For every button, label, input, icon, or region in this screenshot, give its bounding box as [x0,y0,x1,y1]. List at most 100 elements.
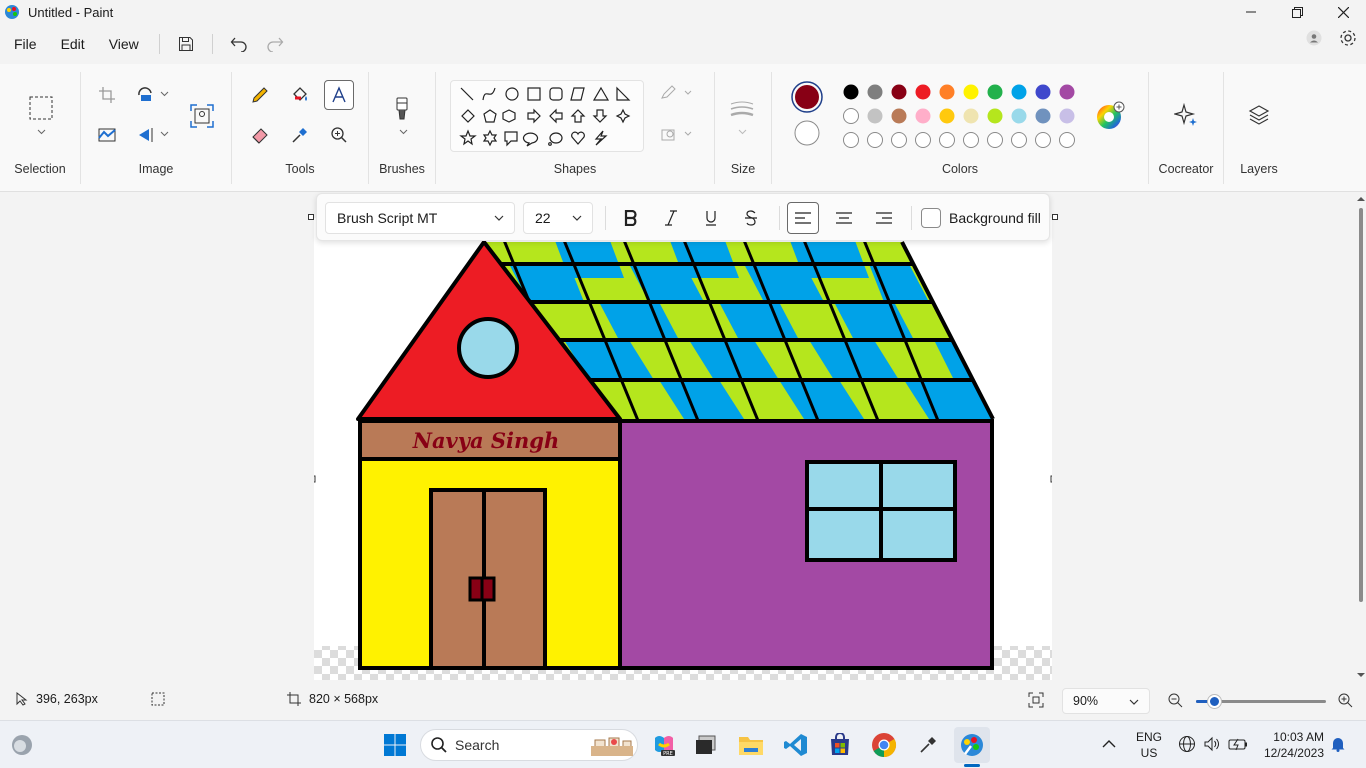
clock[interactable]: 10:03 AM 12/24/2023 [1264,729,1324,761]
secondary-color-swatch[interactable] [793,119,821,147]
eraser-tool[interactable] [245,120,275,150]
right-triangle-shape-icon[interactable] [616,86,631,101]
rectangle-shape-icon[interactable] [527,87,541,101]
input-language-indicator[interactable]: ENG US [1136,729,1162,761]
palette-color-swatch[interactable] [915,108,931,124]
palette-color-swatch[interactable] [987,108,1003,124]
vscode-button[interactable] [780,729,812,761]
copilot-button[interactable]: PRE [648,729,680,761]
palette-color-swatch[interactable] [939,108,955,124]
align-left-button[interactable] [787,202,819,234]
five-point-star-shape-icon[interactable] [459,129,477,146]
notifications-button[interactable] [1331,736,1345,755]
scroll-up-icon[interactable] [1357,196,1365,202]
scroll-down-icon[interactable] [1357,672,1365,678]
close-button[interactable] [1320,0,1366,24]
lightning-shape-icon[interactable] [594,130,608,146]
save-button[interactable] [168,28,204,60]
background-fill-toggle[interactable]: Background fill [921,208,1041,228]
resize-dropdown[interactable] [157,86,171,102]
undo-button[interactable] [221,28,257,60]
font-family-select[interactable]: Brush Script MT [325,202,515,234]
menu-view[interactable]: View [97,28,151,60]
scrollbar-thumb[interactable] [1359,208,1363,602]
palette-color-swatch[interactable] [963,108,979,124]
size-dropdown[interactable] [734,124,750,140]
restore-button[interactable] [1274,0,1320,24]
resize-handle-top-left[interactable] [308,214,314,220]
size-button[interactable] [727,94,757,124]
select-dropdown[interactable] [32,124,50,140]
palette-color-swatch[interactable] [843,108,859,124]
zoom-select[interactable]: 90% [1062,688,1150,714]
outline-button[interactable] [658,81,694,105]
align-center-button[interactable] [828,202,860,234]
crop-button[interactable] [92,80,122,110]
palette-color-swatch[interactable] [867,108,883,124]
zoom-in-button[interactable] [1338,693,1353,711]
zoom-slider-thumb[interactable] [1208,695,1221,708]
edit-colors-button[interactable] [1094,100,1126,132]
oval-shape-icon[interactable] [505,87,519,101]
microsoft-store-button[interactable] [824,729,856,761]
left-arrow-shape-icon[interactable] [549,108,563,124]
menu-file[interactable]: File [2,28,49,60]
font-size-select[interactable]: 22 [523,202,593,234]
palette-color-swatch[interactable] [1059,84,1075,100]
chrome-button[interactable] [868,729,900,761]
align-right-button[interactable] [868,202,900,234]
up-arrow-shape-icon[interactable] [570,109,586,123]
hexagon-shape-icon[interactable] [502,109,516,123]
widgets-button[interactable] [6,729,38,761]
image-effect-button[interactable] [92,120,122,150]
diamond-shape-icon[interactable] [461,109,475,123]
drawing-canvas[interactable]: Navya Singh [308,218,1058,680]
palette-color-swatch[interactable] [1035,108,1051,124]
palette-color-swatch[interactable] [843,84,859,100]
palette-color-swatch[interactable] [891,84,907,100]
italic-button[interactable] [655,202,687,234]
zoom-out-button[interactable] [1168,693,1183,711]
strikethrough-button[interactable] [735,202,767,234]
layers-button[interactable] [1244,100,1274,130]
background-fill-checkbox[interactable] [921,208,941,228]
settings-button[interactable] [1338,28,1358,48]
curve-shape-icon[interactable] [482,87,496,101]
brushes-button[interactable] [387,94,417,124]
show-hidden-icons-button[interactable] [1102,737,1116,752]
redo-button[interactable] [257,28,293,60]
palette-color-swatch[interactable] [1035,84,1051,100]
oval-callout-shape-icon[interactable] [522,132,539,147]
down-arrow-shape-icon[interactable] [592,109,608,123]
task-view-button[interactable] [690,729,722,761]
palette-color-swatch[interactable] [915,84,931,100]
custom-color-slot[interactable] [963,132,979,148]
right-arrow-shape-icon[interactable] [527,108,541,124]
pentagon-shape-icon[interactable] [483,109,497,123]
four-point-star-shape-icon[interactable] [615,108,631,124]
custom-color-slot[interactable] [987,132,1003,148]
zoom-slider[interactable] [1196,695,1326,708]
cloud-callout-shape-icon[interactable] [548,132,563,146]
custom-color-slot[interactable] [1011,132,1027,148]
triangle-shape-icon[interactable] [592,86,610,101]
palette-color-swatch[interactable] [1059,108,1075,124]
palette-color-swatch[interactable] [1011,108,1027,124]
custom-color-slot[interactable] [1059,132,1075,148]
palette-color-swatch[interactable] [939,84,955,100]
minimize-button[interactable] [1228,0,1274,24]
brushes-dropdown[interactable] [395,124,411,140]
magnifier-tool[interactable] [324,120,354,150]
pencil-tool[interactable] [245,80,275,110]
fill-tool[interactable] [285,80,315,110]
palette-color-swatch[interactable] [987,84,1003,100]
file-explorer-button[interactable] [735,729,767,761]
vertical-scrollbar[interactable] [1356,192,1366,680]
paint-taskbar-button[interactable] [954,727,990,767]
heart-shape-icon[interactable] [571,131,585,145]
start-button[interactable] [379,729,411,761]
polygon-shape-icon[interactable] [570,87,585,101]
palette-color-swatch[interactable] [867,84,883,100]
bold-button[interactable] [615,202,647,234]
flip-dropdown[interactable] [157,126,171,142]
